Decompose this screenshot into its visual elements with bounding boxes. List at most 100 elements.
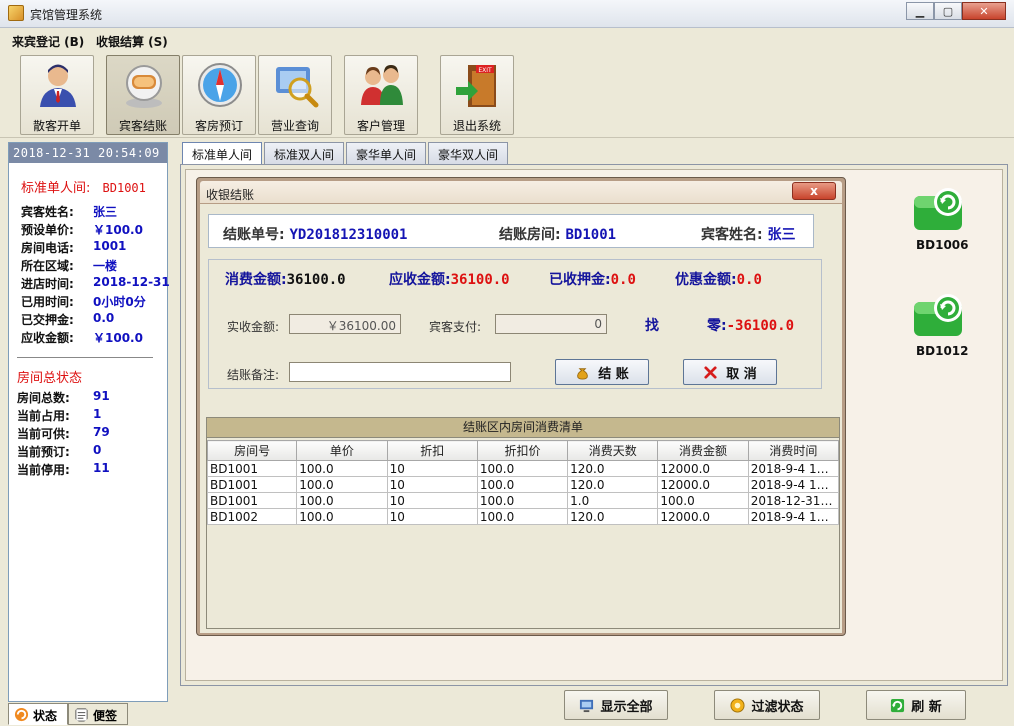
amount-value: 36100.0: [286, 272, 346, 288]
guest-info-row: 已交押金: 0.0: [21, 311, 114, 328]
guest-info-row: 所在区域: 一楼: [21, 257, 117, 274]
dialog-body: 结账单号: YD201812310001 结账房间: BD1001 宾客姓名: …: [200, 204, 842, 633]
column-header[interactable]: 折扣价: [476, 440, 569, 461]
table-cell: 12000.0: [657, 476, 749, 493]
tab-deluxe-double[interactable]: 豪华双人间: [428, 142, 509, 164]
refresh-button[interactable]: 刷 新: [866, 690, 966, 720]
room-available-icon[interactable]: [910, 288, 966, 344]
tab-standard-single[interactable]: 标准单人间: [182, 142, 263, 164]
guest-checkout-label: 宾客结账: [118, 119, 167, 133]
column-header[interactable]: 房间号: [206, 440, 298, 461]
table-cell: BD1001: [206, 476, 298, 493]
table-cell: 100.0: [296, 476, 388, 493]
divider: [17, 357, 153, 358]
room-status-value: 11: [93, 461, 110, 475]
exit-door-icon: EXIT: [456, 65, 496, 107]
guest-checkout-button[interactable]: 宾客结账: [106, 55, 180, 135]
table-cell: 10: [386, 476, 478, 493]
guest-info-row: 宾客姓名: 张三: [21, 203, 117, 220]
room-status-label: 当前预订:: [17, 445, 70, 459]
room-status-row: 当前可供: 79: [17, 425, 110, 442]
room-status-row: 房间总数: 91: [17, 389, 110, 406]
tab-notes[interactable]: 便签: [68, 703, 129, 725]
table-row[interactable]: BD1001 100.0 10 100.0 120.0 12000.0 2018-9-4 1…: [206, 460, 840, 477]
actual-amount-field[interactable]: ￥36100.00: [289, 314, 401, 334]
checkout-dialog: 收银结账 x 结账单号: YD201812310001 结账房间: BD1001…: [196, 177, 846, 636]
room-booking-label: 客房预订: [194, 119, 243, 133]
show-all-button[interactable]: 显示全部: [564, 690, 668, 720]
guest-pay-input[interactable]: 0: [495, 314, 607, 334]
menu-cashier[interactable]: 收银结算 (S): [96, 33, 168, 50]
amount-item: 应收金额:36100.0: [389, 272, 510, 288]
checkout-room: BD1001: [565, 227, 617, 243]
astronaut-icon: [126, 65, 162, 108]
tab-status[interactable]: 状态: [8, 703, 69, 725]
room-type-tabs: 标准单人间 标准双人间 豪华单人间 豪华双人间: [182, 142, 509, 164]
left-panel-tabs: 状态 便签: [8, 703, 129, 725]
customer-manage-button[interactable]: 客户管理: [344, 55, 418, 135]
magnifier-icon: [276, 67, 319, 108]
amount-item: 优惠金额:0.0: [675, 272, 762, 288]
guest-info-value: 一楼: [93, 259, 118, 273]
guest-info-value: 张三: [93, 205, 118, 219]
column-header[interactable]: 消费时间: [747, 440, 840, 461]
guest-info-label: 所在区域:: [21, 259, 74, 273]
guest-info-value: 0.0: [93, 311, 115, 325]
table-cell: 100.0: [476, 476, 569, 493]
exit-system-button[interactable]: EXIT 退出系统: [440, 55, 514, 135]
guest-info-row: 预设单价: ￥100.0: [21, 221, 143, 238]
table-row[interactable]: BD1001 100.0 10 100.0 120.0 12000.0 2018-9-4 1…: [206, 476, 840, 493]
menu-guest-register[interactable]: 来宾登记 (B): [12, 33, 84, 50]
table-row[interactable]: BD1002 100.0 10 100.0 120.0 12000.0 2018-9-4 1…: [206, 508, 840, 525]
tab-standard-double[interactable]: 标准双人间: [264, 142, 345, 164]
close-icon[interactable]: ✕: [962, 2, 1006, 20]
table-cell: 100.0: [296, 508, 388, 525]
business-query-label: 营业查询: [270, 119, 319, 133]
remark-label: 结账备注:: [227, 368, 280, 382]
users-icon: [361, 65, 403, 105]
dialog-title-bar: 收银结账 x: [200, 181, 842, 203]
walk-in-button[interactable]: 散客开单: [20, 55, 94, 135]
room-available-icon[interactable]: [910, 182, 966, 238]
guest-info-row: 应收金额: ￥100.0: [21, 329, 143, 346]
room-status-value: 0: [93, 443, 102, 457]
column-header[interactable]: 消费金额: [657, 440, 749, 461]
clock: 2018-12-31 20:54:09: [9, 143, 167, 163]
dialog-close-icon[interactable]: x: [792, 182, 836, 200]
filter-status-button[interactable]: 过滤状态: [714, 690, 820, 720]
tab-deluxe-single[interactable]: 豪华单人间: [346, 142, 427, 164]
table-cell: 100.0: [476, 492, 569, 509]
table-cell: 10: [386, 460, 478, 477]
amount-value: 0.0: [736, 272, 762, 288]
table-cell: 2018-9-4 16:2...: [747, 508, 840, 525]
table-cell: 12000.0: [657, 508, 749, 525]
room-status-label: 房间总数:: [17, 391, 70, 405]
consumption-list: 结账区内房间消费清单 房间号 单价 折扣 折扣价 消费天数 消费金额 消费时间 BD1001…: [206, 417, 840, 629]
actual-amount-label: 实收金额:: [227, 320, 280, 334]
table-cell: 10: [386, 492, 478, 509]
bill-info: 结账单号: YD201812310001 结账房间: BD1001 宾客姓名: …: [208, 214, 814, 248]
customer-manage-label: 客户管理: [356, 119, 405, 133]
remark-input[interactable]: [289, 362, 511, 382]
column-header[interactable]: 消费天数: [567, 440, 659, 461]
cancel-button[interactable]: 取 消: [683, 359, 777, 385]
guest-label: 宾客姓名: 张三: [701, 227, 796, 243]
guest-info-row: 进店时间: 2018-12-31: [21, 275, 170, 292]
table-row[interactable]: BD1001 100.0 10 100.0 1.0 100.0 2018-12-31 2..…: [206, 492, 840, 509]
column-header[interactable]: 折扣: [386, 440, 478, 461]
room-status-row: 当前预订: 0: [17, 443, 101, 460]
room-status-value: 1: [93, 407, 102, 421]
room-label: BD1012: [916, 344, 969, 358]
guest-info-label: 应收金额:: [21, 331, 74, 345]
business-query-button[interactable]: 营业查询: [258, 55, 332, 135]
amount-item: 已收押金:0.0: [549, 272, 636, 288]
table-cell: 100.0: [476, 508, 569, 525]
checkout-button[interactable]: 结 账: [555, 359, 649, 385]
column-header[interactable]: 单价: [296, 440, 388, 461]
room-booking-button[interactable]: 客房预订: [182, 55, 256, 135]
guest-info-label: 房间电话:: [21, 241, 74, 255]
guest-info-label: 预设单价:: [21, 223, 74, 237]
maximize-icon[interactable]: ▢: [934, 2, 962, 20]
room-status-heading: 房间总状态: [17, 371, 83, 386]
minimize-icon[interactable]: ▁: [906, 2, 934, 20]
